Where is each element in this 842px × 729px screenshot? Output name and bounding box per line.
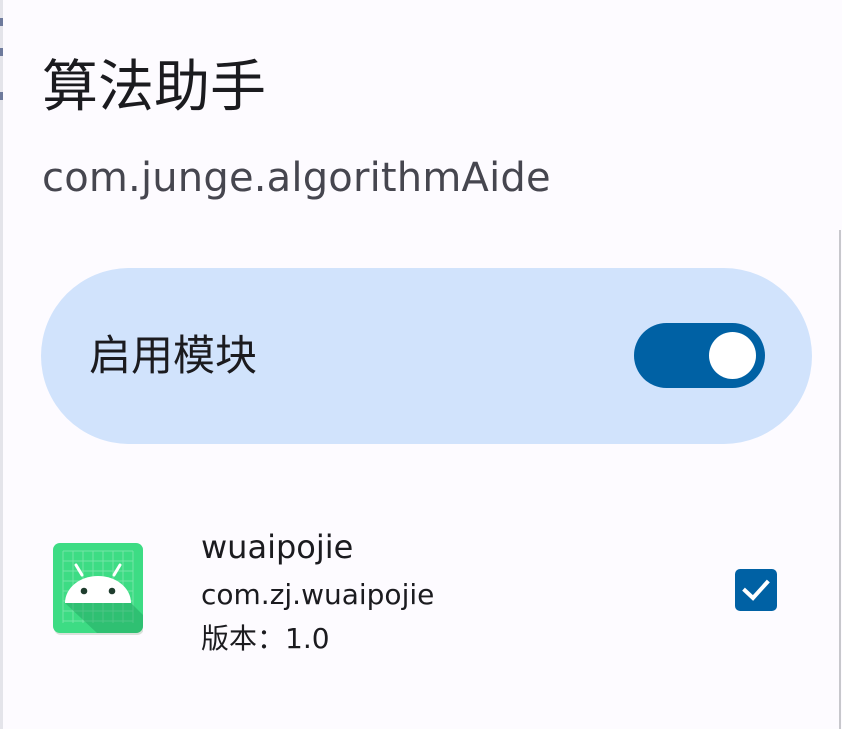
edge-mark [0,18,3,26]
enable-module-switch[interactable] [634,323,765,388]
checkmark-icon [742,579,770,601]
module-package-name: com.junge.algorithmAide [42,155,551,201]
app-version: 版本：1.0 [201,622,330,655]
enable-module-label: 启用模块 [89,331,258,380]
edge-mark [0,48,3,56]
window-left-edge [0,0,3,729]
scrollbar[interactable] [839,230,841,729]
list-item[interactable]: wuaipojie com.zj.wuaipojie 版本：1.0 [41,510,812,670]
app-title: 算法助手 [42,55,266,120]
app-package: com.zj.wuaipojie [201,578,435,611]
app-name: wuaipojie [201,528,354,566]
app-select-checkbox[interactable] [735,569,777,611]
switch-thumb [709,332,756,379]
enable-module-card[interactable]: 启用模块 [41,268,812,444]
edge-mark [0,92,3,100]
android-app-icon [53,543,144,635]
